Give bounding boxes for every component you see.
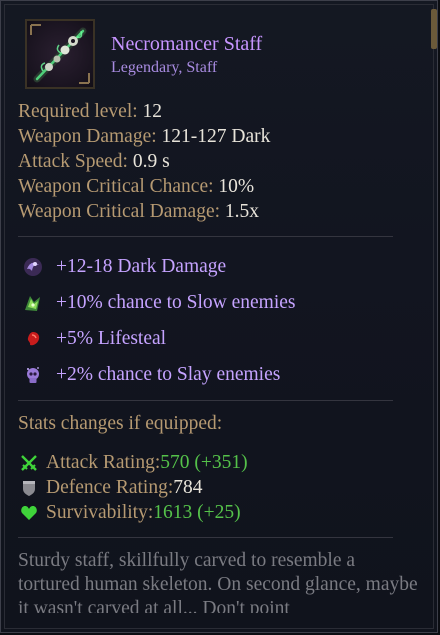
affix-text: +10% chance to Slow enemies [56, 292, 296, 313]
lifesteal-icon [22, 328, 44, 350]
stat-value: 12 [142, 101, 163, 122]
flavor-text: Sturdy staff, skillfully carved to resem… [18, 550, 418, 613]
stat-required-level: Required level: 12 [18, 99, 270, 124]
change-label: Survivability: [46, 501, 154, 523]
stat-label: Weapon Critical Damage: [18, 201, 225, 222]
stat-crit-damage: Weapon Critical Damage: 1.5x [18, 199, 270, 224]
dark-damage-icon [22, 256, 44, 278]
scrollbar-thumb[interactable] [431, 9, 437, 49]
necromancer-staff-icon [25, 19, 95, 89]
stat-label: Weapon Critical Chance: [18, 176, 219, 197]
stat-value: 0.9 s [132, 151, 170, 172]
stat-weapon-damage: Weapon Damage: 121-127 Dark [18, 124, 270, 149]
change-value: 784 [173, 476, 203, 498]
change-attack-rating: Attack Rating: 570 (+351) [18, 450, 248, 475]
stat-label: Attack Speed: [18, 151, 133, 172]
stat-attack-speed: Attack Speed: 0.9 s [18, 149, 270, 174]
divider [18, 400, 393, 401]
heart-icon [20, 504, 38, 522]
stat-value: 121-127 Dark [161, 126, 271, 147]
stat-label: Required level: [18, 101, 143, 122]
base-stats: Required level: 12 Weapon Damage: 121-12… [18, 99, 270, 224]
stat-changes-list: Attack Rating: 570 (+351) Defence Rating… [18, 450, 248, 525]
change-defence-rating: Defence Rating: 784 [18, 475, 248, 500]
affix-dark-damage: +12-18 Dark Damage [18, 249, 296, 285]
change-survivability: Survivability: 1613 (+25) [18, 500, 248, 525]
affix-slow: +10% chance to Slow enemies [18, 285, 296, 321]
affix-slay: +2% chance to Slay enemies [18, 357, 296, 393]
shield-icon [20, 479, 38, 497]
slow-icon [22, 292, 44, 314]
stat-value: 10% [218, 176, 255, 197]
item-tooltip: Necromancer Staff Legendary, Staff Requi… [0, 0, 438, 633]
divider [18, 537, 393, 538]
slay-icon [22, 364, 44, 386]
crossed-swords-icon [20, 454, 38, 472]
stat-label: Weapon Damage: [18, 126, 162, 147]
change-value: 570 (+351) [160, 451, 248, 473]
affix-lifesteal: +5% Lifesteal [18, 321, 296, 357]
stat-crit-chance: Weapon Critical Chance: 10% [18, 174, 270, 199]
item-rarity-type: Legendary, Staff [111, 59, 218, 76]
affix-list: +12-18 Dark Damage +10% chance to Slow e… [18, 249, 296, 393]
change-label: Attack Rating: [46, 451, 161, 473]
change-label: Defence Rating: [46, 476, 174, 498]
affix-text: +12-18 Dark Damage [56, 256, 227, 277]
change-value: 1613 (+25) [153, 501, 241, 523]
stat-value: 1.5x [224, 201, 260, 222]
divider [18, 236, 393, 237]
item-header: Necromancer Staff Legendary, Staff [23, 19, 423, 93]
affix-text: +2% chance to Slay enemies [56, 364, 281, 385]
item-name: Necromancer Staff [111, 33, 263, 55]
affix-text: +5% Lifesteal [56, 328, 167, 349]
stat-changes-title: Stats changes if equipped: [18, 413, 223, 434]
